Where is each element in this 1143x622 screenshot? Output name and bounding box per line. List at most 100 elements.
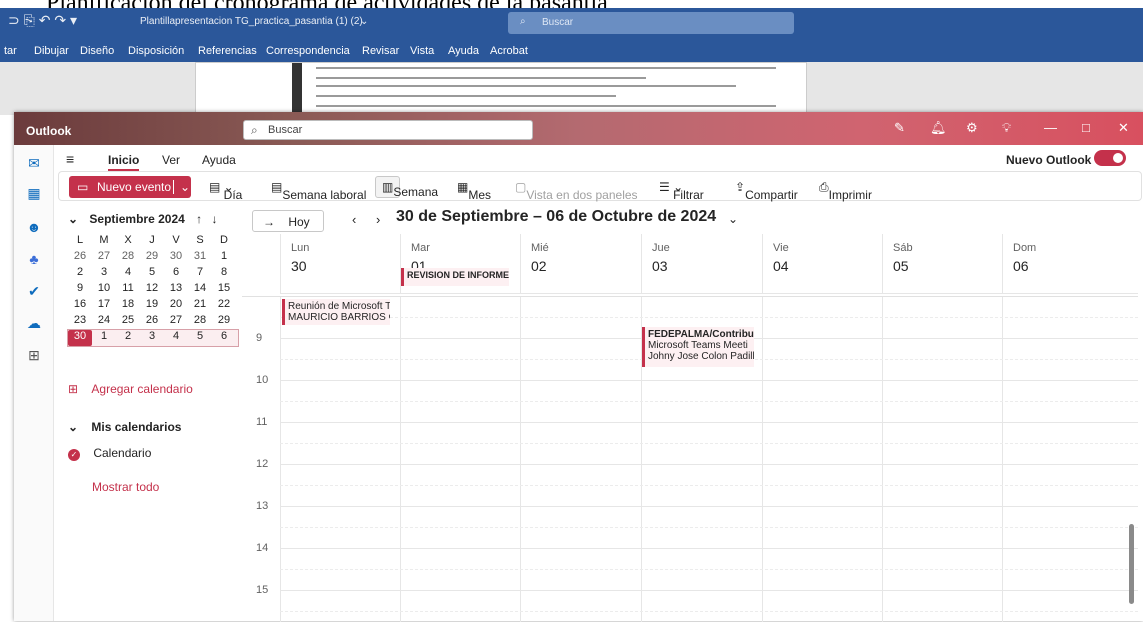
hour-label: 13: [256, 500, 269, 512]
word-menu-item[interactable]: tar: [4, 45, 17, 57]
word-menu-item[interactable]: Referencias: [198, 45, 257, 57]
calendar-add-icon: ▭: [77, 180, 89, 194]
groups-icon[interactable]: ♣: [25, 251, 43, 269]
word-app-icons[interactable]: ⊃ ⎘ ↶ ↷ ▾: [8, 12, 77, 29]
next-week-icon[interactable]: ›: [376, 212, 380, 227]
add-calendar-link[interactable]: ⊞ Agregar calendario: [68, 382, 193, 396]
day-view-button[interactable]: ▤ Día ⌄: [209, 180, 242, 202]
week-range-title[interactable]: 30 de Septiembre – 06 de Octubre de 2024: [396, 208, 716, 226]
tab-ayuda[interactable]: Ayuda: [202, 153, 236, 167]
filter-button[interactable]: ☰ Filtrar ⌄: [659, 180, 704, 202]
chevron-down-icon: ⌄: [68, 420, 79, 434]
chevron-down-icon[interactable]: ⌄: [173, 180, 190, 194]
word-search-placeholder: Buscar: [542, 17, 574, 28]
mini-calendar-month: Septiembre 2024: [89, 212, 185, 226]
calendar-add-icon: ⊞: [68, 382, 79, 396]
calendar-icon[interactable]: ▦: [25, 185, 43, 203]
word-title-bar: ⊃ ⎘ ↶ ↷ ▾ Plantillapresentacion TG_pract…: [0, 8, 1143, 38]
today-button[interactable]: → Hoy: [252, 210, 324, 232]
app-name: Outlook: [26, 124, 72, 138]
search-icon: ⌕: [251, 123, 258, 137]
hour-label: 11: [256, 416, 268, 428]
day-header-sat[interactable]: Sáb 05: [882, 234, 1002, 294]
word-menu-item[interactable]: Diseño: [80, 45, 114, 57]
day-header-mon[interactable]: Lun 30: [280, 234, 400, 294]
word-menu-item[interactable]: Acrobat: [490, 45, 528, 57]
word-document-area: [0, 62, 1143, 116]
week-view-button[interactable]: ▥ Semana: [375, 176, 438, 199]
word-page: [195, 62, 807, 116]
my-calendars-group[interactable]: ⌄ Mis calendarios: [68, 420, 181, 434]
vertical-scrollbar[interactable]: [1129, 524, 1134, 604]
new-outlook-toggle[interactable]: [1094, 150, 1126, 166]
chevron-down-icon[interactable]: ⌄: [68, 212, 78, 226]
week-row: 26 27 28 29 30 31 1: [73, 250, 228, 262]
new-event-button[interactable]: ▭ Nuevo evento ⌄: [69, 176, 191, 198]
show-all-link[interactable]: Mostrar todo: [92, 480, 159, 494]
work-week-button[interactable]: ▤ Semana laboral: [271, 180, 366, 202]
day-header-fri[interactable]: Vie 04: [762, 234, 882, 294]
share-button[interactable]: ⇪ Compartir: [735, 180, 798, 202]
word-menu-item[interactable]: Disposición: [128, 45, 184, 57]
onedrive-icon[interactable]: ☁: [25, 315, 43, 333]
new-event-label: Nuevo evento: [97, 180, 172, 194]
month-view-button[interactable]: ▦ Mes: [457, 180, 491, 202]
more-apps-icon[interactable]: ⊞: [25, 347, 43, 365]
week-row: 16 17 18 19 20 21 22: [73, 298, 231, 310]
chevron-down-icon[interactable]: ⌄: [360, 16, 368, 27]
word-file-title: Plantillapresentacion TG_practica_pasant…: [140, 16, 363, 27]
word-menu-item[interactable]: Correspondencia: [266, 45, 350, 57]
people-icon[interactable]: ☻: [25, 219, 43, 237]
week-toolbar: → Hoy ‹ › 30 de Septiembre – 06 de Octub…: [242, 204, 1138, 234]
gear-icon[interactable]: ⚙: [966, 120, 978, 136]
calendar-nav-pane: ⌄ Septiembre 2024 ↑ ↓ L M X J V S D 26 2…: [54, 204, 242, 621]
doc-table-strip: [292, 63, 302, 116]
event-reunion-microsoft[interactable]: Reunión de Microsoft T MAURICIO BARRIOS …: [282, 299, 390, 325]
tab-inicio[interactable]: Inicio: [108, 153, 140, 171]
week-view: → Hoy ‹ › 30 de Septiembre – 06 de Octub…: [242, 204, 1138, 622]
print-button[interactable]: ⎙ Imprimir: [819, 180, 872, 202]
checkmark-icon[interactable]: ✓: [68, 449, 80, 461]
week-row: 9 10 11 12 13 14 15: [76, 282, 231, 294]
ribbon-tabs: ≡ Inicio Ver Ayuda Nuevo Outlook: [54, 145, 1143, 171]
lightbulb-icon[interactable]: 💡︎: [1002, 120, 1011, 136]
chevron-down-icon[interactable]: ⌄: [728, 212, 738, 226]
ribbon-toolbar: ▭ Nuevo evento ⌄ ▤ Día ⌄ ▤ Semana labora…: [58, 171, 1142, 202]
hour-label: 15: [256, 584, 269, 596]
next-month-icon[interactable]: ↓: [211, 212, 217, 226]
hour-label: 9: [256, 332, 263, 344]
time-grid: 9 10 11 12 13 14 15 Reunión de Microsoft…: [242, 296, 1138, 622]
word-menu-item[interactable]: Dibujar: [34, 45, 69, 57]
hour-label: 12: [256, 458, 269, 470]
maximize-icon[interactable]: □: [1082, 120, 1090, 135]
close-icon[interactable]: ✕: [1118, 120, 1129, 136]
search-input[interactable]: ⌕ Buscar: [243, 120, 533, 140]
word-search-box[interactable]: ⌕ Buscar: [508, 12, 794, 34]
selected-week-row: 30 1 2 3 4 5 6: [67, 329, 239, 347]
previous-week-icon[interactable]: ‹: [352, 212, 356, 227]
outlook-title-bar: Outlook ⌕ Buscar ✎ 🔔︎ ⚙ 💡︎ — □ ✕: [14, 112, 1143, 145]
mini-calendar-grid: L M X J V S D 26 27 28 29 30 31 1 2 3 4: [67, 234, 239, 347]
calendar-item[interactable]: ✓ Calendario: [68, 446, 151, 461]
today-date[interactable]: 30: [68, 330, 92, 346]
event-revision-informe[interactable]: REVISION DE INFORME: [401, 268, 509, 286]
arrow-right-icon: →: [263, 215, 275, 229]
compose-icon[interactable]: ✎: [894, 120, 905, 136]
word-menu-item[interactable]: Ayuda: [448, 45, 479, 57]
bell-icon[interactable]: 🔔︎: [930, 120, 947, 136]
event-fedepalma[interactable]: FEDEPALMA/Contribu Microsoft Teams Meeti…: [642, 327, 754, 367]
day-header-thu[interactable]: Jue 03: [641, 234, 762, 294]
word-menu-item[interactable]: Revisar: [362, 45, 399, 57]
minimize-icon[interactable]: —: [1044, 120, 1057, 135]
day-header-wed[interactable]: Mié 02: [520, 234, 641, 294]
outlook-window: Outlook ⌕ Buscar ✎ 🔔︎ ⚙ 💡︎ — □ ✕ ✉ ▦ ☻ ♣…: [14, 112, 1143, 622]
mail-icon[interactable]: ✉: [25, 155, 43, 173]
word-menu-item[interactable]: Vista: [410, 45, 434, 57]
day-header-sun[interactable]: Dom 06: [1002, 234, 1138, 294]
weekday-row: L M X J V S D: [76, 234, 228, 246]
split-view-button[interactable]: ▢ Vista en dos paneles: [515, 180, 638, 202]
previous-month-icon[interactable]: ↑: [196, 212, 202, 226]
hamburger-icon[interactable]: ≡: [66, 151, 74, 167]
todo-icon[interactable]: ✔: [25, 283, 43, 301]
tab-ver[interactable]: Ver: [162, 153, 180, 167]
